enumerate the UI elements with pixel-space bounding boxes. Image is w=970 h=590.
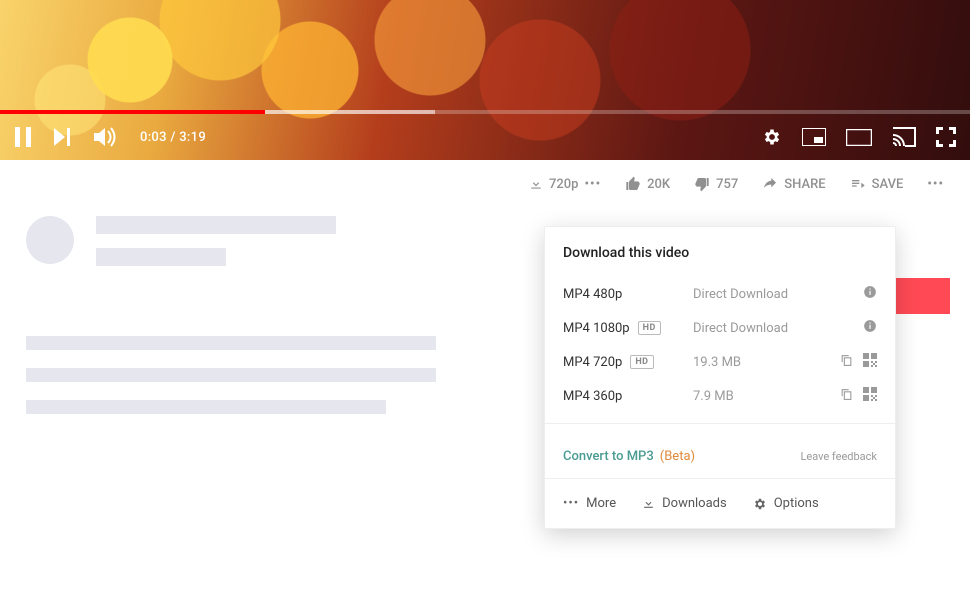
format-label: MP4 720p bbox=[563, 355, 622, 370]
format-label: MP4 480p bbox=[563, 287, 622, 302]
download-row[interactable]: MP4 1080p HD Direct Download bbox=[563, 311, 877, 345]
share-label: SHARE bbox=[784, 177, 825, 192]
options-label: Options bbox=[774, 496, 819, 511]
ellipsis-icon: ••• bbox=[927, 177, 944, 192]
share-button[interactable]: SHARE bbox=[762, 176, 825, 192]
like-count: 20K bbox=[647, 177, 670, 192]
dislike-button[interactable]: 757 bbox=[694, 176, 738, 192]
cast-button[interactable] bbox=[892, 127, 916, 147]
theater-button[interactable] bbox=[846, 129, 872, 146]
size-label: 19.3 MB bbox=[693, 355, 840, 370]
fullscreen-button[interactable] bbox=[936, 127, 956, 147]
download-row[interactable]: MP4 720p HD 19.3 MB bbox=[563, 345, 877, 379]
downloads-label: Downloads bbox=[662, 496, 727, 511]
info-icon[interactable] bbox=[863, 319, 877, 337]
hd-chip: HD bbox=[630, 355, 653, 369]
size-label: 7.9 MB bbox=[693, 389, 840, 404]
subscriber-placeholder bbox=[96, 248, 226, 266]
desc-line bbox=[26, 400, 386, 414]
panel-footer: ••• More Downloads Options bbox=[545, 478, 895, 528]
desc-line bbox=[26, 368, 436, 382]
save-label: SAVE bbox=[872, 177, 904, 192]
download-panel: Download this video MP4 480p Direct Down… bbox=[544, 226, 896, 529]
download-res-label: 720p bbox=[549, 177, 578, 192]
downloads-button[interactable]: Downloads bbox=[642, 496, 727, 511]
copy-icon[interactable] bbox=[840, 387, 853, 405]
hd-chip: HD bbox=[638, 321, 661, 335]
download-ext-button[interactable]: 720p ••• bbox=[529, 177, 601, 192]
format-label: MP4 360p bbox=[563, 389, 622, 404]
channel-avatar[interactable] bbox=[26, 216, 74, 264]
video-player[interactable]: 0:03 / 3:19 bbox=[0, 0, 970, 160]
video-actions: 720p ••• 20K 757 SHARE SAVE ••• bbox=[26, 176, 944, 192]
pause-button[interactable] bbox=[14, 127, 32, 147]
like-button[interactable]: 20K bbox=[625, 176, 670, 192]
ellipsis-icon: ••• bbox=[563, 496, 579, 511]
ellipsis-icon: ••• bbox=[584, 177, 601, 192]
next-button[interactable] bbox=[54, 128, 72, 146]
more-actions-button[interactable]: ••• bbox=[927, 177, 944, 192]
desc-line bbox=[26, 336, 436, 350]
control-bar: 0:03 / 3:19 bbox=[0, 114, 970, 160]
more-button[interactable]: ••• More bbox=[563, 496, 616, 511]
size-label: Direct Download bbox=[693, 321, 863, 336]
settings-button[interactable] bbox=[762, 127, 782, 147]
beta-label: (Beta) bbox=[660, 449, 695, 464]
convert-mp3-link[interactable]: Convert to MP3 bbox=[563, 449, 654, 464]
channel-name-placeholder bbox=[96, 216, 336, 234]
time-display: 0:03 / 3:19 bbox=[140, 130, 206, 145]
download-row[interactable]: MP4 480p Direct Download bbox=[563, 277, 877, 311]
format-label: MP4 1080p bbox=[563, 321, 630, 336]
volume-button[interactable] bbox=[94, 126, 118, 148]
save-button[interactable]: SAVE bbox=[850, 176, 904, 192]
dislike-count: 757 bbox=[716, 177, 738, 192]
copy-icon[interactable] bbox=[840, 353, 853, 371]
info-icon[interactable] bbox=[863, 285, 877, 303]
feedback-link[interactable]: Leave feedback bbox=[800, 450, 877, 463]
options-button[interactable]: Options bbox=[753, 496, 819, 511]
miniplayer-button[interactable] bbox=[802, 128, 826, 146]
qr-icon[interactable] bbox=[863, 387, 877, 405]
qr-icon[interactable] bbox=[863, 353, 877, 371]
panel-title: Download this video bbox=[563, 245, 877, 261]
more-label: More bbox=[586, 496, 616, 511]
download-row[interactable]: MP4 360p 7.9 MB bbox=[563, 379, 877, 413]
size-label: Direct Download bbox=[693, 287, 863, 302]
